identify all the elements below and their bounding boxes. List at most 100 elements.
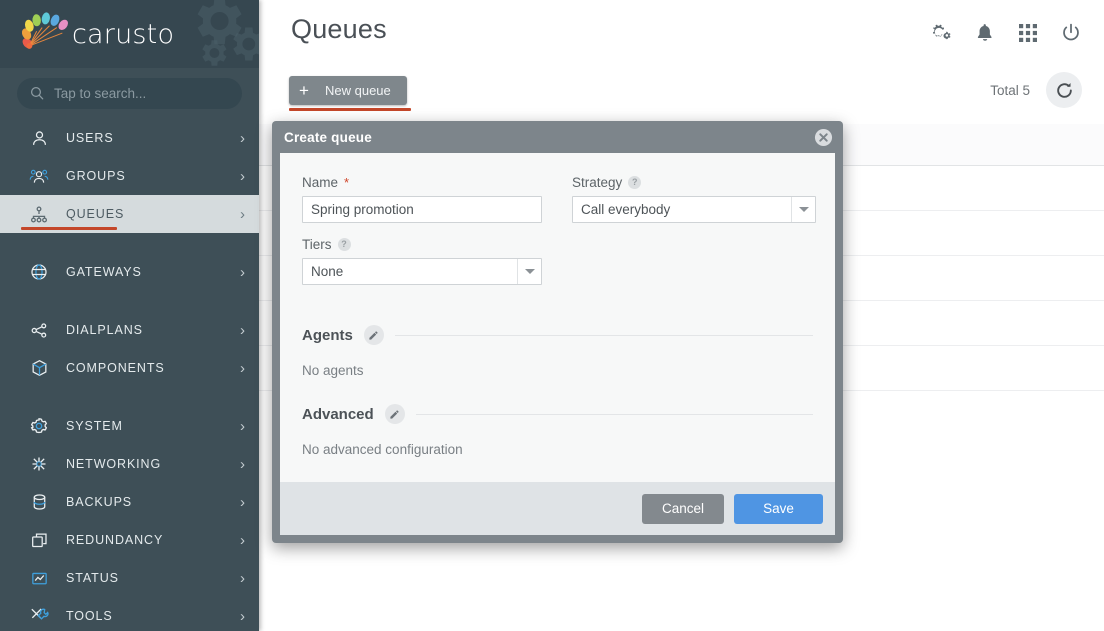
new-queue-label: New queue bbox=[325, 82, 391, 98]
dialog-title: Create queue bbox=[284, 129, 372, 145]
globe-icon bbox=[26, 262, 52, 282]
pencil-icon[interactable] bbox=[363, 325, 384, 345]
cube-icon bbox=[26, 358, 52, 378]
field-name: Name * bbox=[302, 175, 542, 223]
brand-logo[interactable]: carusto bbox=[18, 12, 174, 56]
gear-decoration-tiny-icon bbox=[202, 40, 227, 66]
share-nodes-icon bbox=[26, 321, 52, 340]
required-marker: * bbox=[344, 175, 350, 190]
strategy-select[interactable]: Call everybody bbox=[572, 196, 816, 223]
chevron-right-icon: › bbox=[240, 167, 245, 185]
tiers-select[interactable]: None bbox=[302, 258, 542, 285]
section-header: Agents bbox=[302, 325, 813, 345]
sidebar-item-label: DIALPLANS bbox=[66, 323, 143, 337]
section-divider bbox=[415, 413, 813, 415]
sidebar-item-label: SYSTEM bbox=[66, 419, 123, 433]
nav-separator bbox=[0, 387, 259, 407]
search-input[interactable] bbox=[54, 85, 230, 101]
apps-grid-icon[interactable] bbox=[1018, 23, 1038, 43]
save-button[interactable]: Save bbox=[734, 493, 823, 524]
cancel-button[interactable]: Cancel bbox=[642, 493, 724, 524]
layers-icon bbox=[26, 531, 52, 550]
total-count: Total 5 bbox=[990, 82, 1030, 98]
sidebar-item-label: REDUNDANCY bbox=[66, 533, 164, 547]
chevron-down-icon bbox=[791, 197, 815, 222]
strategy-value: Call everybody bbox=[581, 202, 671, 217]
create-queue-dialog: Create queue Name * Spring promotion Str… bbox=[272, 121, 843, 543]
dialog-header: Create queue bbox=[272, 121, 843, 153]
agents-empty-text: No agents bbox=[302, 363, 364, 378]
name-input[interactable] bbox=[302, 196, 542, 223]
user-icon bbox=[26, 129, 52, 148]
page-title: Queues bbox=[291, 14, 387, 44]
power-icon[interactable] bbox=[1060, 22, 1082, 44]
section-advanced: Advanced No advanced configuration bbox=[302, 404, 813, 457]
help-icon[interactable]: ? bbox=[337, 238, 351, 251]
nav-separator bbox=[0, 233, 259, 253]
sidebar-item-label: BACKUPS bbox=[66, 495, 133, 509]
field-tiers: Tiers ? None bbox=[302, 237, 542, 285]
network-icon bbox=[26, 454, 52, 474]
plus-icon: + bbox=[299, 80, 309, 100]
sidebar-item-components[interactable]: COMPONENTS › bbox=[0, 349, 259, 387]
gear-outline-icon bbox=[26, 416, 52, 436]
sidebar-item-label: STATUS bbox=[66, 571, 119, 585]
close-icon[interactable] bbox=[814, 128, 833, 147]
dialog-footer: Cancel Save bbox=[280, 482, 835, 535]
database-icon bbox=[26, 492, 52, 512]
sidebar-item-label: NETWORKING bbox=[66, 457, 162, 471]
nav-separator bbox=[0, 291, 259, 311]
help-icon[interactable]: ? bbox=[628, 176, 642, 189]
notifications-bell-icon[interactable] bbox=[975, 23, 996, 44]
groups-icon bbox=[26, 167, 52, 186]
tiers-value: None bbox=[311, 264, 344, 279]
topbar: Queues bbox=[259, 0, 1104, 62]
section-agents: Agents No agents bbox=[302, 325, 813, 378]
sidebar: carusto USERS › bbox=[0, 0, 259, 631]
sidebar-item-dialplans[interactable]: DIALPLANS › bbox=[0, 311, 259, 349]
chevron-right-icon: › bbox=[240, 359, 245, 377]
sidebar-item-label: GATEWAYS bbox=[66, 265, 142, 279]
sidebar-item-groups[interactable]: GROUPS › bbox=[0, 157, 259, 195]
refresh-button[interactable] bbox=[1046, 72, 1082, 108]
sidebar-item-networking[interactable]: NETWORKING › bbox=[0, 445, 259, 483]
sidebar-item-label: TOOLS bbox=[66, 609, 113, 623]
chevron-down-icon bbox=[517, 259, 541, 284]
sidebar-item-system[interactable]: SYSTEM › bbox=[0, 407, 259, 445]
new-queue-button[interactable]: + New queue bbox=[289, 75, 411, 111]
chevron-right-icon: › bbox=[240, 263, 245, 281]
label-text: Strategy bbox=[572, 175, 623, 190]
brand-header: carusto bbox=[0, 0, 259, 68]
sidebar-item-queues[interactable]: QUEUES › bbox=[0, 195, 259, 233]
search-icon bbox=[30, 86, 44, 100]
sidebar-nav: USERS › GROUPS › QUEUES › GATEWAYS › DIA… bbox=[0, 118, 259, 631]
sidebar-item-redundancy[interactable]: REDUNDANCY › bbox=[0, 521, 259, 559]
label-text: Name bbox=[302, 175, 339, 190]
section-header: Advanced bbox=[302, 404, 813, 424]
brand-name: carusto bbox=[72, 18, 175, 50]
field-label-strategy: Strategy ? bbox=[572, 175, 816, 190]
form-row-1: Name * Strategy ? Call everybody bbox=[302, 175, 816, 237]
sidebar-item-tools[interactable]: TOOLS › bbox=[0, 597, 259, 631]
settings-gears-icon[interactable] bbox=[931, 22, 953, 44]
chevron-right-icon: › bbox=[240, 129, 245, 147]
label-text: Tiers bbox=[302, 237, 332, 252]
action-bar: + New queue Total 5 bbox=[259, 62, 1104, 111]
app-root: carusto USERS › bbox=[0, 0, 1104, 631]
sidebar-item-users[interactable]: USERS › bbox=[0, 119, 259, 157]
pencil-icon[interactable] bbox=[384, 404, 405, 424]
sidebar-item-gateways[interactable]: GATEWAYS › bbox=[0, 253, 259, 291]
chevron-right-icon: › bbox=[240, 607, 245, 625]
search-box[interactable] bbox=[17, 77, 242, 109]
section-divider bbox=[394, 334, 813, 336]
total-group: Total 5 bbox=[990, 72, 1082, 108]
advanced-empty-text: No advanced configuration bbox=[302, 442, 463, 457]
sidebar-item-backups[interactable]: BACKUPS › bbox=[0, 483, 259, 521]
field-label-tiers: Tiers ? bbox=[302, 237, 542, 252]
sidebar-item-label: USERS bbox=[66, 131, 114, 145]
field-label-name: Name * bbox=[302, 175, 542, 190]
carusto-fan-logo-icon bbox=[21, 12, 68, 49]
chevron-right-icon: › bbox=[240, 417, 245, 435]
chevron-right-icon: › bbox=[240, 493, 245, 511]
sidebar-item-status[interactable]: STATUS › bbox=[0, 559, 259, 597]
